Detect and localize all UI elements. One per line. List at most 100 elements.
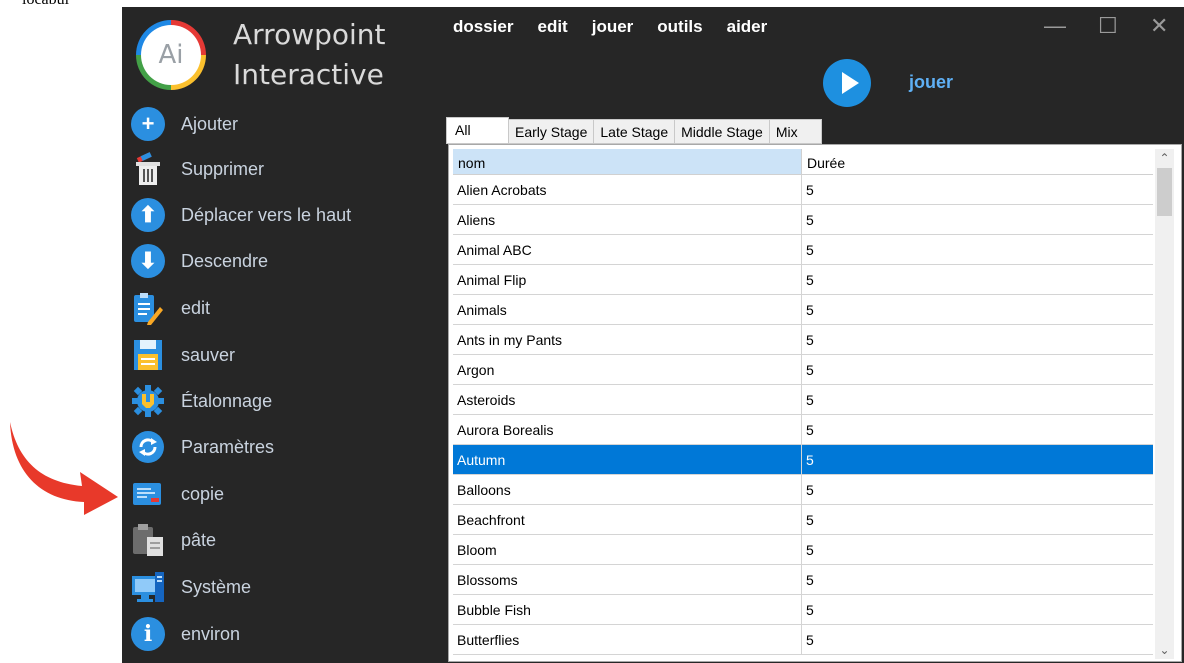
menu-jouer[interactable]: jouer xyxy=(592,17,634,37)
menu-aider[interactable]: aider xyxy=(727,17,768,37)
play-icon[interactable] xyxy=(823,59,871,107)
table-row[interactable]: Blossoms 5 xyxy=(453,565,1153,595)
cell-duree: 5 xyxy=(802,445,1153,475)
menu-bar: dossier edit jouer outils aider xyxy=(453,17,791,37)
column-header-nom[interactable]: nom xyxy=(453,149,802,175)
cell-nom: Asteroids xyxy=(453,385,802,415)
table-row[interactable]: Asteroids 5 xyxy=(453,385,1153,415)
sidebar-item-copie[interactable]: copie xyxy=(130,474,430,514)
cell-nom: Aurora Borealis xyxy=(453,415,802,445)
tab-mix[interactable]: Mix xyxy=(769,119,822,144)
arrow-down-circle-icon: ⬇ xyxy=(130,243,166,279)
play-label[interactable]: jouer xyxy=(909,72,953,93)
minimize-button[interactable]: — xyxy=(1044,13,1066,39)
menu-outils[interactable]: outils xyxy=(657,17,702,37)
cell-duree: 5 xyxy=(802,265,1153,295)
sidebar-item-systeme[interactable]: Système xyxy=(130,567,430,607)
menu-dossier[interactable]: dossier xyxy=(453,17,513,37)
brand-line-2: Interactive xyxy=(233,58,384,91)
app-logo-text: Ai xyxy=(141,25,201,85)
cell-duree: 5 xyxy=(802,535,1153,565)
save-icon xyxy=(130,337,166,373)
cell-duree: 5 xyxy=(802,415,1153,445)
table-row[interactable]: Beachfront 5 xyxy=(453,505,1153,535)
table-row[interactable]: Animals 5 xyxy=(453,295,1153,325)
cell-duree: 5 xyxy=(802,625,1153,655)
cell-duree: 5 xyxy=(802,295,1153,325)
plus-circle-icon: + xyxy=(130,106,166,142)
sidebar-item-pate[interactable]: pâte xyxy=(130,520,430,560)
cell-duree: 5 xyxy=(802,175,1153,205)
menu-edit[interactable]: edit xyxy=(537,17,567,37)
tab-all[interactable]: All xyxy=(446,117,509,144)
table-row[interactable]: Butterflies 5 xyxy=(453,625,1153,655)
sidebar-item-environ[interactable]: i environ xyxy=(130,614,430,654)
activity-grid: nom Durée Alien Acrobats 5 Aliens 5 Animal… xyxy=(448,144,1182,662)
tab-middle-stage[interactable]: Middle Stage xyxy=(675,119,770,144)
cell-duree: 5 xyxy=(802,355,1153,385)
cropped-caption-text: iocabul xyxy=(22,0,69,9)
brand-line-1: Arrowpoint xyxy=(233,18,386,51)
cell-duree: 5 xyxy=(802,385,1153,415)
cell-duree: 5 xyxy=(802,565,1153,595)
table-row-selected[interactable]: Autumn 5 xyxy=(453,445,1153,475)
sidebar-item-descendre[interactable]: ⬇ Descendre xyxy=(130,241,430,281)
grid-body: nom Durée Alien Acrobats 5 Aliens 5 Animal… xyxy=(453,149,1153,655)
cell-nom: Animals xyxy=(453,295,802,325)
trash-icon xyxy=(130,151,166,187)
sidebar-item-ajouter[interactable]: + Ajouter xyxy=(130,104,430,144)
cell-nom: Blossoms xyxy=(453,565,802,595)
cell-nom: Argon xyxy=(453,355,802,385)
vertical-scrollbar[interactable]: ⌃ ⌄ xyxy=(1155,149,1174,659)
copy-icon xyxy=(130,476,166,512)
cell-nom: Bubble Fish xyxy=(453,595,802,625)
table-row[interactable]: Argon 5 xyxy=(453,355,1153,385)
cell-nom: Beachfront xyxy=(453,505,802,535)
sidebar-item-label: Déplacer vers le haut xyxy=(181,204,352,225)
info-circle-icon: i xyxy=(130,616,166,652)
sidebar-item-label: copie xyxy=(181,483,225,504)
sidebar-item-label: environ xyxy=(181,623,241,644)
sidebar-item-parametres[interactable]: Paramètres xyxy=(130,427,430,467)
table-row[interactable]: Animal ABC 5 xyxy=(453,235,1153,265)
cell-nom: Alien Acrobats xyxy=(453,175,802,205)
table-row[interactable]: Aurora Borealis 5 xyxy=(453,415,1153,445)
cell-nom: Animal Flip xyxy=(453,265,802,295)
chevron-down-icon[interactable]: ⌄ xyxy=(1155,641,1174,659)
grid-header: nom Durée xyxy=(453,149,1153,175)
close-button[interactable]: ✕ xyxy=(1150,13,1168,39)
system-monitor-icon xyxy=(130,569,166,605)
table-row[interactable]: Alien Acrobats 5 xyxy=(453,175,1153,205)
table-row[interactable]: Bloom 5 xyxy=(453,535,1153,565)
sidebar-item-label: Descendre xyxy=(181,250,269,271)
cell-nom: Aliens xyxy=(453,205,802,235)
tab-late-stage[interactable]: Late Stage xyxy=(594,119,676,144)
table-row[interactable]: Balloons 5 xyxy=(453,475,1153,505)
app-logo: Ai xyxy=(136,20,206,90)
sidebar-item-supprimer[interactable]: Supprimer xyxy=(130,149,430,189)
cell-duree: 5 xyxy=(802,325,1153,355)
cell-duree: 5 xyxy=(802,475,1153,505)
edit-document-icon xyxy=(130,290,166,326)
table-row[interactable]: Bubble Fish 5 xyxy=(453,595,1153,625)
chevron-up-icon[interactable]: ⌃ xyxy=(1155,149,1174,167)
cell-nom: Autumn xyxy=(453,445,802,475)
column-header-duree[interactable]: Durée xyxy=(802,149,1153,175)
table-row[interactable]: Animal Flip 5 xyxy=(453,265,1153,295)
maximize-button[interactable]: ☐ xyxy=(1098,13,1118,39)
app-brand: Arrowpoint Interactive xyxy=(233,15,386,95)
scrollbar-thumb[interactable] xyxy=(1157,168,1172,216)
sidebar-item-sauver[interactable]: sauver xyxy=(130,335,430,375)
sidebar-item-label: pâte xyxy=(181,529,217,550)
table-row[interactable]: Ants in my Pants 5 xyxy=(453,325,1153,355)
sidebar-item-label: edit xyxy=(181,297,211,318)
sidebar-item-edit[interactable]: edit xyxy=(130,288,430,328)
tab-strip: All Early Stage Late Stage Middle Stage … xyxy=(446,117,822,144)
cell-duree: 5 xyxy=(802,505,1153,535)
sidebar-item-etalonnage[interactable]: Étalonnage xyxy=(130,381,430,421)
cell-nom: Bloom xyxy=(453,535,802,565)
table-row[interactable]: Aliens 5 xyxy=(453,205,1153,235)
tab-early-stage[interactable]: Early Stage xyxy=(509,119,595,144)
sidebar-item-deplacer-haut[interactable]: ⬆ Déplacer vers le haut xyxy=(130,195,430,235)
sidebar-item-label: Paramètres xyxy=(181,436,275,457)
